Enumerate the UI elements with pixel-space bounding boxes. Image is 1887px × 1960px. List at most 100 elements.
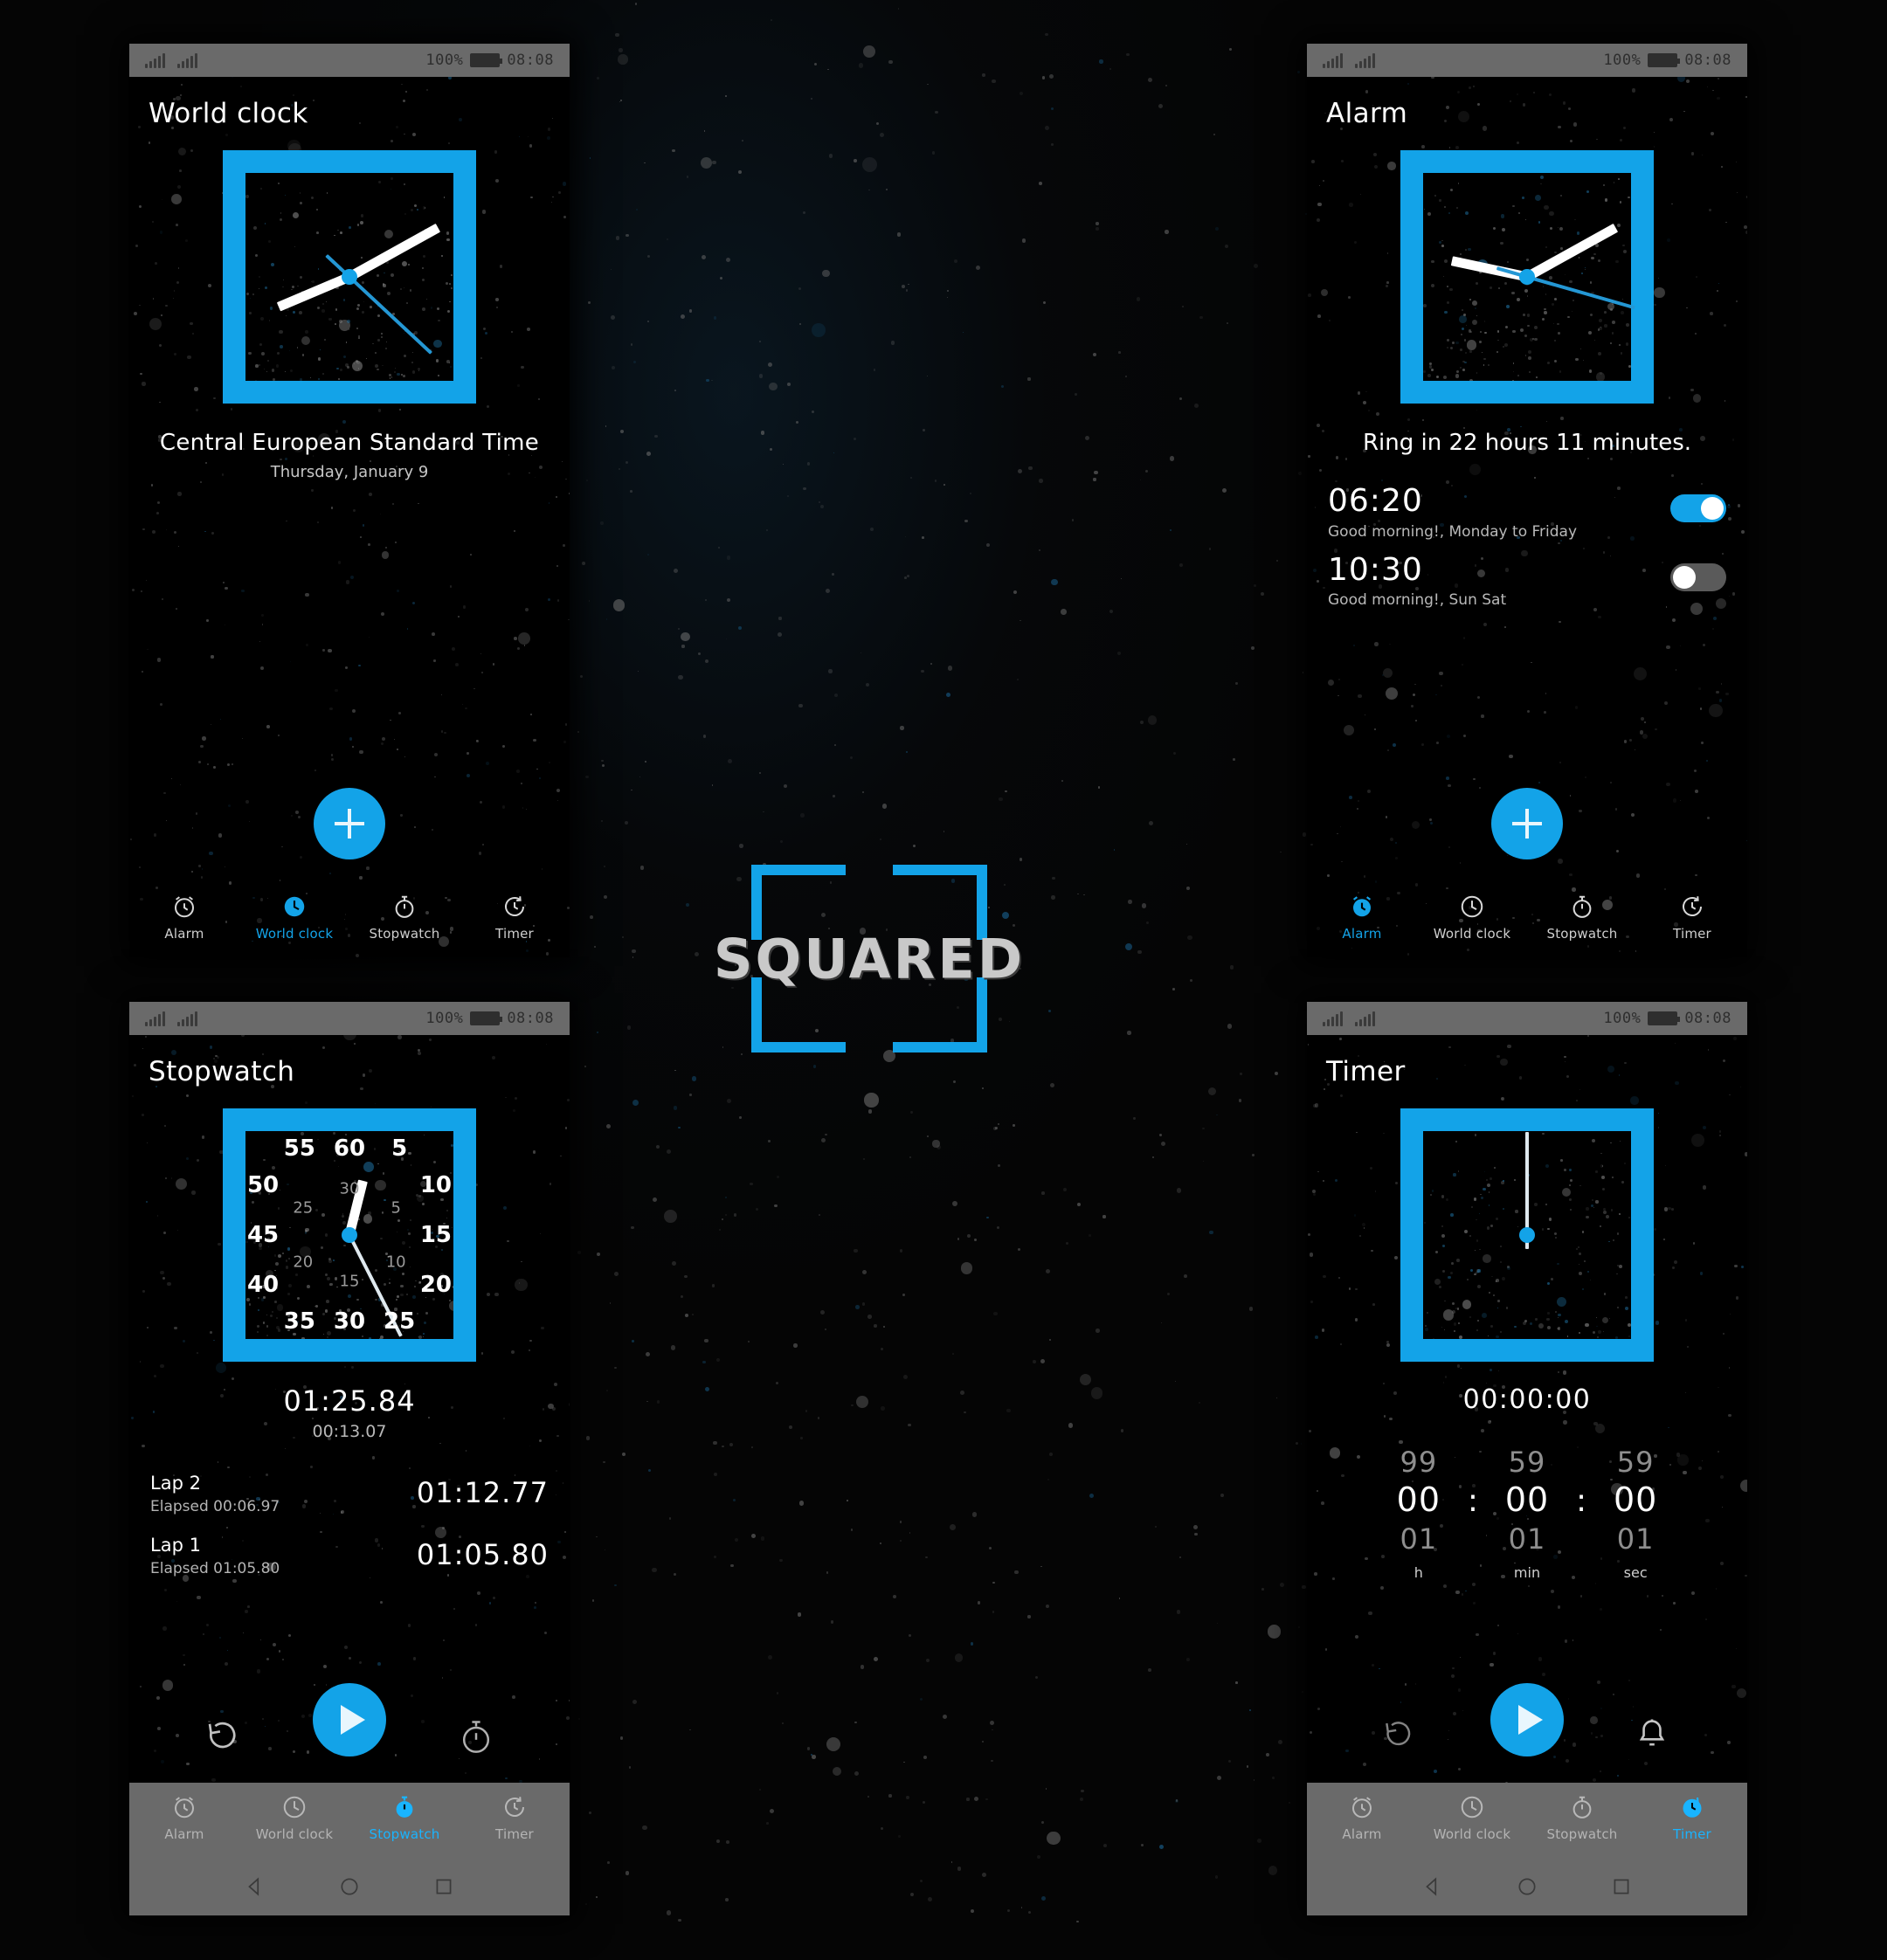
picker-prev-value[interactable]: 59 xyxy=(1483,1445,1571,1480)
tab-alarm[interactable]: Alarm xyxy=(1307,894,1417,942)
recents-square-icon[interactable] xyxy=(1610,1875,1633,1898)
status-bar: 100% 08:08 xyxy=(129,44,570,77)
phone-timer: 100% 08:08 Timer 00:00:00 99 00 01 h: 5… xyxy=(1307,1002,1747,1915)
add-city-button[interactable] xyxy=(314,788,385,859)
toggle-knob xyxy=(1701,497,1724,520)
alarm-item[interactable]: 10:30 Good morning!, Sun Sat xyxy=(1307,546,1747,615)
tab-label: Alarm xyxy=(164,1825,204,1842)
analog-clock-face xyxy=(223,150,476,404)
picker-next-value[interactable]: 01 xyxy=(1483,1522,1571,1556)
lap-timer-icon[interactable] xyxy=(456,1716,496,1756)
timer-icon xyxy=(501,894,528,920)
picker-current-value[interactable]: 00 xyxy=(1375,1480,1462,1522)
timer-icon xyxy=(501,1794,528,1820)
lap-row: Lap 1 Elapsed 01:05.80 01:05.80 xyxy=(129,1526,570,1588)
tab-stopwatch[interactable]: Stopwatch xyxy=(349,894,460,942)
tab-bar: Alarm World clock Stopwatch Timer xyxy=(1307,1783,1747,1858)
stopwatch-icon xyxy=(391,1794,418,1820)
reset-icon[interactable] xyxy=(203,1716,243,1756)
alarm-toggle[interactable] xyxy=(1670,562,1726,591)
tab-stopwatch[interactable]: Stopwatch xyxy=(1527,894,1637,942)
tab-timer[interactable]: Timer xyxy=(1637,1794,1747,1842)
status-clock: 08:08 xyxy=(507,1010,554,1027)
tab-bar: Alarm World clock Stopwatch Timer xyxy=(129,882,570,957)
tab-label: Alarm xyxy=(1342,1825,1382,1842)
tab-world-clock[interactable]: World clock xyxy=(239,894,349,942)
stopwatch-current-lap: 00:13.07 xyxy=(312,1422,387,1441)
stopwatch-total: 01:25.84 xyxy=(283,1384,416,1418)
stopwatch-dial: 60 5 10 15 20 25 30 35 40 45 50 55 30 5 10 15 20 25 xyxy=(223,1108,476,1362)
alarm-clock-icon xyxy=(1349,1794,1375,1820)
start-timer-button[interactable] xyxy=(1490,1683,1564,1756)
battery-icon xyxy=(1648,1011,1681,1025)
picker-next-value[interactable]: 01 xyxy=(1375,1522,1462,1556)
timer-picker[interactable]: 99 00 01 h : 59 00 01 min : 59 00 01 sec xyxy=(1307,1445,1747,1581)
reset-icon[interactable] xyxy=(1380,1716,1420,1756)
alarm-item[interactable]: 06:20 Good morning!, Monday to Friday xyxy=(1307,477,1747,546)
signal-icon-sim1 xyxy=(1323,1011,1343,1026)
clock-icon xyxy=(281,1794,308,1820)
play-button[interactable] xyxy=(313,1683,386,1756)
timezone-name: Central European Standard Time xyxy=(159,430,540,456)
logo-bracket xyxy=(751,865,846,875)
alarm-clock-face-wrap xyxy=(1307,150,1747,404)
back-triangle-icon[interactable] xyxy=(1421,1875,1444,1898)
bell-icon[interactable] xyxy=(1634,1716,1674,1756)
home-circle-icon[interactable] xyxy=(338,1875,361,1898)
clock-icon xyxy=(1459,1794,1485,1820)
picker-current-value[interactable]: 00 xyxy=(1592,1480,1679,1522)
tab-timer[interactable]: Timer xyxy=(460,1794,570,1842)
picker-next-value[interactable]: 01 xyxy=(1592,1522,1679,1556)
world-clock-face-wrap xyxy=(129,150,570,404)
tab-stopwatch[interactable]: Stopwatch xyxy=(1527,1794,1637,1842)
dial-second-label: 5 xyxy=(391,1135,408,1163)
analog-clock-face xyxy=(1400,150,1654,404)
dial-second-label: 10 xyxy=(419,1171,453,1198)
tab-world-clock[interactable]: World clock xyxy=(239,1794,349,1842)
dial-second-label: 60 xyxy=(333,1135,366,1163)
clock-icon xyxy=(281,894,308,920)
tab-timer[interactable]: Timer xyxy=(460,894,570,942)
tab-alarm[interactable]: Alarm xyxy=(129,894,239,942)
alarm-time: 06:20 xyxy=(1328,483,1423,519)
timer-picker-minutes[interactable]: 59 00 01 min xyxy=(1483,1445,1571,1581)
tab-stopwatch[interactable]: Stopwatch xyxy=(349,1794,460,1842)
timezone-date: Thursday, January 9 xyxy=(270,463,429,481)
back-triangle-icon[interactable] xyxy=(244,1875,266,1898)
tab-world-clock[interactable]: World clock xyxy=(1417,894,1527,942)
lap-total: 01:12.77 xyxy=(416,1476,549,1509)
dial-second-label: 45 xyxy=(246,1222,280,1248)
tab-timer[interactable]: Timer xyxy=(1637,894,1747,942)
clock-icon xyxy=(1459,894,1485,920)
picker-separator: : xyxy=(1467,1483,1478,1520)
dial-second-label: 25 xyxy=(384,1308,416,1335)
signal-icon-sim2 xyxy=(177,52,197,68)
add-alarm-button[interactable] xyxy=(1491,788,1563,859)
picker-unit-label: h xyxy=(1414,1563,1423,1581)
signal-icon-sim1 xyxy=(145,52,165,68)
tab-world-clock[interactable]: World clock xyxy=(1417,1794,1527,1842)
alarm-toggle[interactable] xyxy=(1670,494,1726,522)
tab-label: Timer xyxy=(495,1825,534,1842)
timer-hand xyxy=(1525,1132,1529,1235)
picker-prev-value[interactable]: 99 xyxy=(1375,1445,1462,1480)
home-circle-icon[interactable] xyxy=(1516,1875,1538,1898)
screenshot-canvas: 100% 08:08 World clock Central European … xyxy=(0,0,1887,1960)
page-title: Alarm xyxy=(1326,98,1408,129)
tab-label: World clock xyxy=(1433,925,1511,942)
dial-second-label: 35 xyxy=(283,1308,315,1335)
recents-square-icon[interactable] xyxy=(432,1875,455,1898)
dial-minute-label: 20 xyxy=(293,1253,314,1272)
timer-picker-seconds[interactable]: 59 00 01 sec xyxy=(1592,1445,1679,1581)
picker-prev-value[interactable]: 59 xyxy=(1592,1445,1679,1480)
page-title: World clock xyxy=(149,98,308,129)
status-clock: 08:08 xyxy=(507,52,554,69)
tab-alarm[interactable]: Alarm xyxy=(129,1794,239,1842)
picker-current-value[interactable]: 00 xyxy=(1483,1480,1571,1522)
logo-bracket xyxy=(893,865,987,875)
alarm-clock-icon xyxy=(171,1794,197,1820)
lap-row: Lap 2 Elapsed 00:06.97 01:12.77 xyxy=(129,1464,570,1526)
tab-alarm[interactable]: Alarm xyxy=(1307,1794,1417,1842)
lap-list: Lap 2 Elapsed 00:06.97 01:12.77 Lap 1 El… xyxy=(129,1464,570,1588)
timer-picker-hours[interactable]: 99 00 01 h xyxy=(1375,1445,1462,1581)
